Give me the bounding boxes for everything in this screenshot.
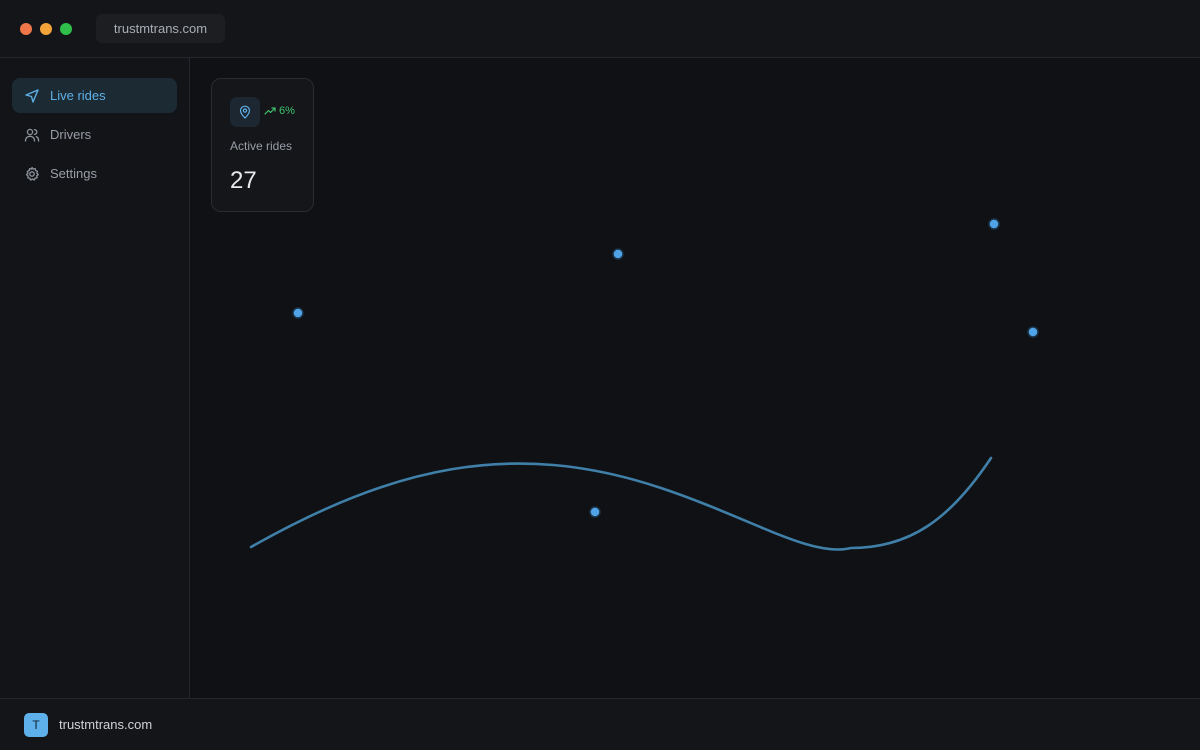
- stat-label: Active rides: [230, 139, 293, 153]
- footer: T trustmtrans.com: [0, 698, 1200, 750]
- map-canvas: [249, 218, 1039, 551]
- ride-marker: [292, 307, 304, 319]
- account-name: trustmtrans.com: [59, 717, 153, 732]
- gear-icon: [24, 166, 40, 182]
- trending-up-icon: [264, 107, 276, 115]
- avatar[interactable]: T: [24, 713, 48, 737]
- sidebar-item-settings[interactable]: Settings: [12, 156, 177, 191]
- sidebar-item-label: Settings: [50, 166, 97, 181]
- stat-value: 27: [230, 167, 257, 194]
- navigation-arrow-icon: [24, 88, 40, 104]
- sidebar-item-live-rides[interactable]: Live rides: [12, 78, 177, 113]
- trend-value: 6%: [279, 105, 295, 117]
- sidebar-item-label: Drivers: [50, 127, 92, 142]
- sidebar: Live rides Drivers Settings: [0, 58, 190, 698]
- map-pin-icon: [230, 97, 260, 127]
- title-bar: trustmtrans.com: [0, 0, 1200, 58]
- users-icon: [24, 127, 40, 143]
- trend-badge: 6%: [264, 105, 295, 117]
- ride-marker: [589, 506, 601, 518]
- address-bar[interactable]: trustmtrans.com: [96, 14, 225, 43]
- sidebar-item-drivers[interactable]: Drivers: [12, 117, 177, 152]
- ride-marker: [1027, 326, 1039, 338]
- sidebar-item-label: Live rides: [50, 88, 106, 103]
- live-rides-map[interactable]: 6% Active rides 27: [191, 58, 1200, 698]
- ride-marker: [988, 218, 1000, 230]
- maximize-window-button[interactable]: [60, 23, 72, 35]
- route-line: [249, 456, 993, 551]
- ride-marker: [612, 248, 624, 260]
- minimize-window-button[interactable]: [40, 23, 52, 35]
- active-rides-card: 6% Active rides 27: [211, 78, 314, 212]
- close-window-button[interactable]: [20, 23, 32, 35]
